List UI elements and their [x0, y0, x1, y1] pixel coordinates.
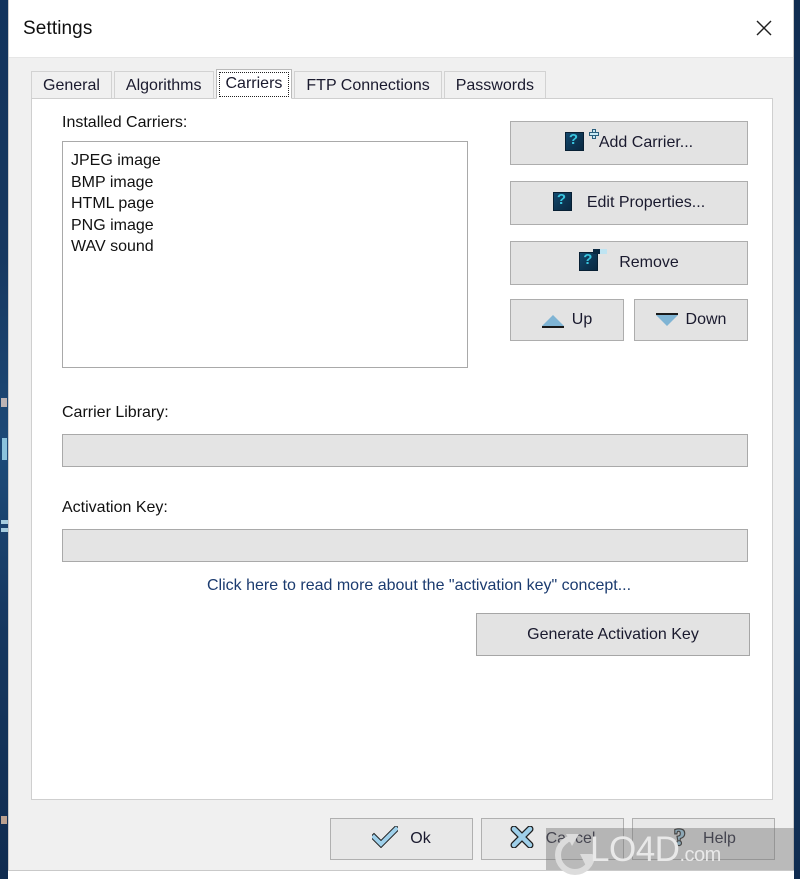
x-mark-icon — [510, 825, 534, 853]
cancel-label: Cancel — [545, 830, 596, 847]
edit-properties-button[interactable]: Edit Properties... — [510, 181, 748, 225]
close-icon — [754, 18, 774, 38]
tab-ftp-connections-label: FTP Connections — [306, 77, 430, 94]
tab-general[interactable]: General — [31, 71, 112, 98]
help-label: Help — [703, 830, 736, 847]
installed-carriers-list[interactable]: JPEG image BMP image HTML page PNG image… — [62, 141, 468, 368]
activation-key-input[interactable] — [62, 529, 748, 562]
checkmark-icon — [370, 824, 401, 853]
move-up-button[interactable]: Up — [510, 299, 624, 341]
settings-dialog: Settings General Algorithms Carriers FTP… — [8, 0, 794, 871]
generate-activation-key-label: Generate Activation Key — [527, 625, 699, 643]
list-item[interactable]: BMP image — [69, 172, 467, 194]
activation-key-label: Activation Key: — [62, 499, 168, 516]
ok-button[interactable]: Ok — [330, 818, 473, 860]
screen: Settings General Algorithms Carriers FTP… — [0, 0, 800, 879]
remove-label: Remove — [619, 254, 679, 271]
window-title: Settings — [23, 17, 93, 39]
tab-passwords[interactable]: Passwords — [443, 71, 546, 98]
remove-icon — [579, 249, 608, 274]
tab-passwords-label: Passwords — [455, 77, 534, 94]
tab-general-label: General — [43, 77, 100, 94]
add-carrier-icon — [564, 129, 599, 154]
tab-carriers[interactable]: Carriers — [215, 69, 293, 99]
ok-label: Ok — [410, 830, 431, 847]
add-carrier-label: Add Carrier... — [598, 134, 694, 151]
list-item[interactable]: WAV sound — [69, 236, 467, 258]
move-down-button[interactable]: Down — [634, 299, 748, 341]
title-bar: Settings — [9, 0, 793, 58]
move-up-label: Up — [571, 311, 593, 328]
move-down-label: Down — [685, 311, 727, 328]
tab-algorithms-label: Algorithms — [125, 77, 202, 94]
tab-carriers-label: Carriers — [225, 75, 283, 92]
triangle-up-icon — [541, 314, 564, 328]
list-item[interactable]: JPEG image — [69, 150, 467, 172]
generate-activation-key-button[interactable]: Generate Activation Key — [476, 613, 750, 656]
list-item[interactable]: HTML page — [69, 193, 467, 215]
list-item[interactable]: PNG image — [69, 215, 467, 237]
close-button[interactable] — [735, 0, 793, 56]
tabstrip: General Algorithms Carriers FTP Connecti… — [31, 68, 773, 99]
installed-carriers-label: Installed Carriers: — [62, 114, 188, 131]
tab-area: General Algorithms Carriers FTP Connecti… — [9, 58, 793, 99]
carrier-library-input[interactable] — [62, 434, 748, 467]
cancel-button[interactable]: Cancel — [481, 818, 624, 860]
triangle-down-icon — [655, 312, 678, 326]
tab-ftp-connections[interactable]: FTP Connections — [294, 71, 442, 98]
tab-algorithms[interactable]: Algorithms — [113, 71, 214, 98]
dialog-footer: Ok Cancel ? ? Help — [9, 800, 793, 870]
carriers-panel: Installed Carriers: JPEG image BMP image… — [31, 98, 773, 800]
help-button[interactable]: ? ? Help — [632, 818, 775, 860]
desktop-background-left — [0, 0, 8, 879]
edit-properties-icon — [552, 191, 575, 214]
add-carrier-button[interactable]: Add Carrier... — [510, 121, 748, 165]
activation-key-help-link[interactable]: Click here to read more about the "activ… — [207, 577, 631, 595]
edit-properties-label: Edit Properties... — [586, 194, 706, 211]
carrier-library-label: Carrier Library: — [62, 404, 169, 421]
svg-text:?: ? — [674, 825, 686, 849]
remove-button[interactable]: Remove — [510, 241, 748, 285]
question-mark-icon: ? ? — [671, 823, 691, 854]
desktop-background-right — [794, 0, 800, 879]
